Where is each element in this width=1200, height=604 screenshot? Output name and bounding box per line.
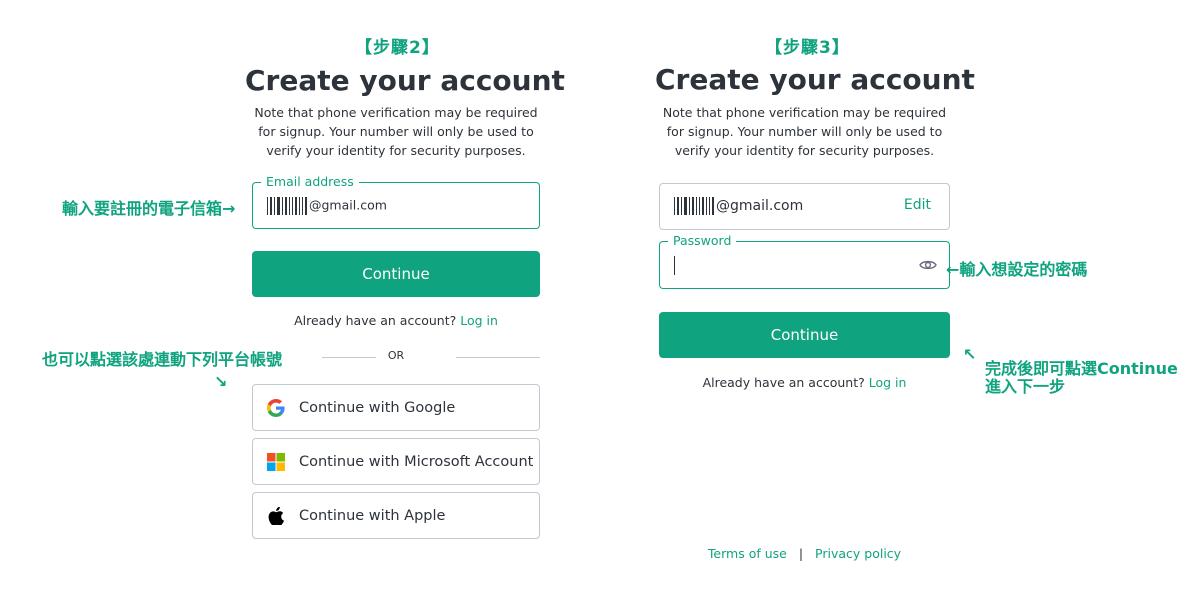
apple-icon — [267, 506, 285, 525]
email-field[interactable]: Email address @gmail.com — [252, 174, 540, 229]
divider-right — [456, 357, 540, 358]
login-link[interactable]: Log in — [869, 375, 907, 390]
email-display-value: @gmail.com — [716, 198, 804, 214]
page-title: Create your account — [655, 63, 975, 96]
footer-links: Terms of use | Privacy policy — [659, 546, 950, 561]
step-2-label: 【步驟2】 — [355, 38, 440, 58]
privacy-policy-link[interactable]: Privacy policy — [815, 546, 901, 561]
login-link[interactable]: Log in — [460, 313, 498, 328]
social-hint-annotation: 也可以點選該處連動下列平台帳號 — [42, 350, 283, 369]
login-prompt: Already have an account? Log in — [659, 375, 950, 390]
microsoft-icon — [267, 452, 285, 471]
eye-icon[interactable] — [919, 257, 937, 277]
continue-button[interactable]: Continue — [659, 312, 950, 358]
email-field-label: Email address — [261, 174, 359, 190]
already-text: Already have an account? — [294, 313, 457, 328]
google-button-label: Continue with Google — [299, 399, 456, 416]
email-hint-annotation: 輸入要註冊的電子信箱→ — [62, 199, 236, 218]
page-description: Note that phone verification may be requ… — [254, 105, 538, 158]
already-text: Already have an account? — [702, 375, 865, 390]
continue-with-apple-button[interactable]: Continue with Apple — [252, 492, 540, 539]
step-3-label: 【步驟3】 — [765, 38, 850, 58]
page-title: Create your account — [245, 64, 565, 97]
social-hint-arrow: ↘ — [214, 372, 228, 391]
apple-button-label: Continue with Apple — [299, 507, 446, 524]
continue-hint-line2: 進入下一步 — [985, 377, 1066, 396]
terms-of-use-link[interactable]: Terms of use — [708, 546, 787, 561]
divider-left — [322, 357, 376, 358]
password-field-label: Password — [668, 233, 737, 249]
password-hint-annotation: ←輸入想設定的密碼 — [946, 260, 1088, 279]
edit-email-link[interactable]: Edit — [904, 197, 931, 213]
password-field[interactable]: Password — [659, 233, 950, 289]
or-divider-label: OR — [387, 349, 405, 362]
redacted-email-barcode — [674, 197, 716, 215]
email-field-value: @gmail.com — [309, 197, 387, 213]
page-description: Note that phone verification may be requ… — [662, 105, 947, 158]
email-display-field: @gmail.com Edit — [659, 183, 950, 230]
continue-hint-arrow: ↖ — [963, 345, 977, 364]
continue-with-microsoft-button[interactable]: Continue with Microsoft Account — [252, 438, 540, 485]
footer-separator: | — [798, 546, 804, 561]
redacted-email-barcode — [267, 197, 309, 215]
text-cursor — [674, 256, 675, 275]
microsoft-button-label: Continue with Microsoft Account — [299, 453, 534, 470]
continue-button[interactable]: Continue — [252, 251, 540, 297]
login-prompt: Already have an account? Log in — [252, 313, 540, 328]
continue-with-google-button[interactable]: Continue with Google — [252, 384, 540, 431]
google-icon — [267, 398, 285, 417]
